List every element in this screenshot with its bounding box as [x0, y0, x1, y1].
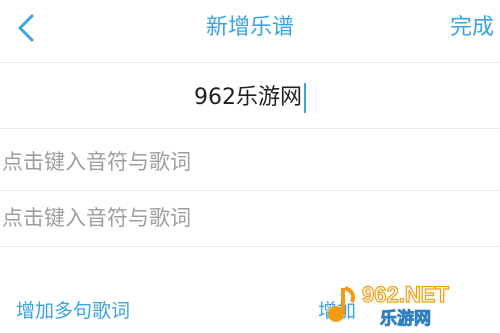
lyric-input-row-1[interactable]: 点击键入音符与歌词 [0, 134, 500, 191]
done-button[interactable]: 完成 [450, 10, 494, 46]
add-multiple-lyrics-button[interactable]: 增加多句歌词 [16, 298, 130, 324]
lyric-input-placeholder: 点击键入音符与歌词 [2, 150, 191, 174]
text-caret [304, 83, 306, 113]
page-title: 新增乐谱 [205, 15, 294, 40]
score-name-row: 962乐游网 [0, 64, 500, 129]
lyric-input-placeholder: 点击键入音符与歌词 [2, 206, 191, 230]
lyric-input-row-2[interactable]: 点击键入音符与歌词 [0, 190, 500, 247]
score-name-input[interactable]: 962乐游网 [194, 79, 306, 113]
watermark-text-top: 962.NET [362, 282, 449, 307]
score-name-text: 962乐游网 [194, 85, 302, 110]
top-bar: 新增乐谱 完成 [0, 0, 500, 63]
watermark-note-icon [328, 286, 356, 322]
watermark-logo: 962.NET 乐游网 [328, 281, 450, 328]
watermark-text-bottom: 乐游网 [380, 308, 431, 328]
